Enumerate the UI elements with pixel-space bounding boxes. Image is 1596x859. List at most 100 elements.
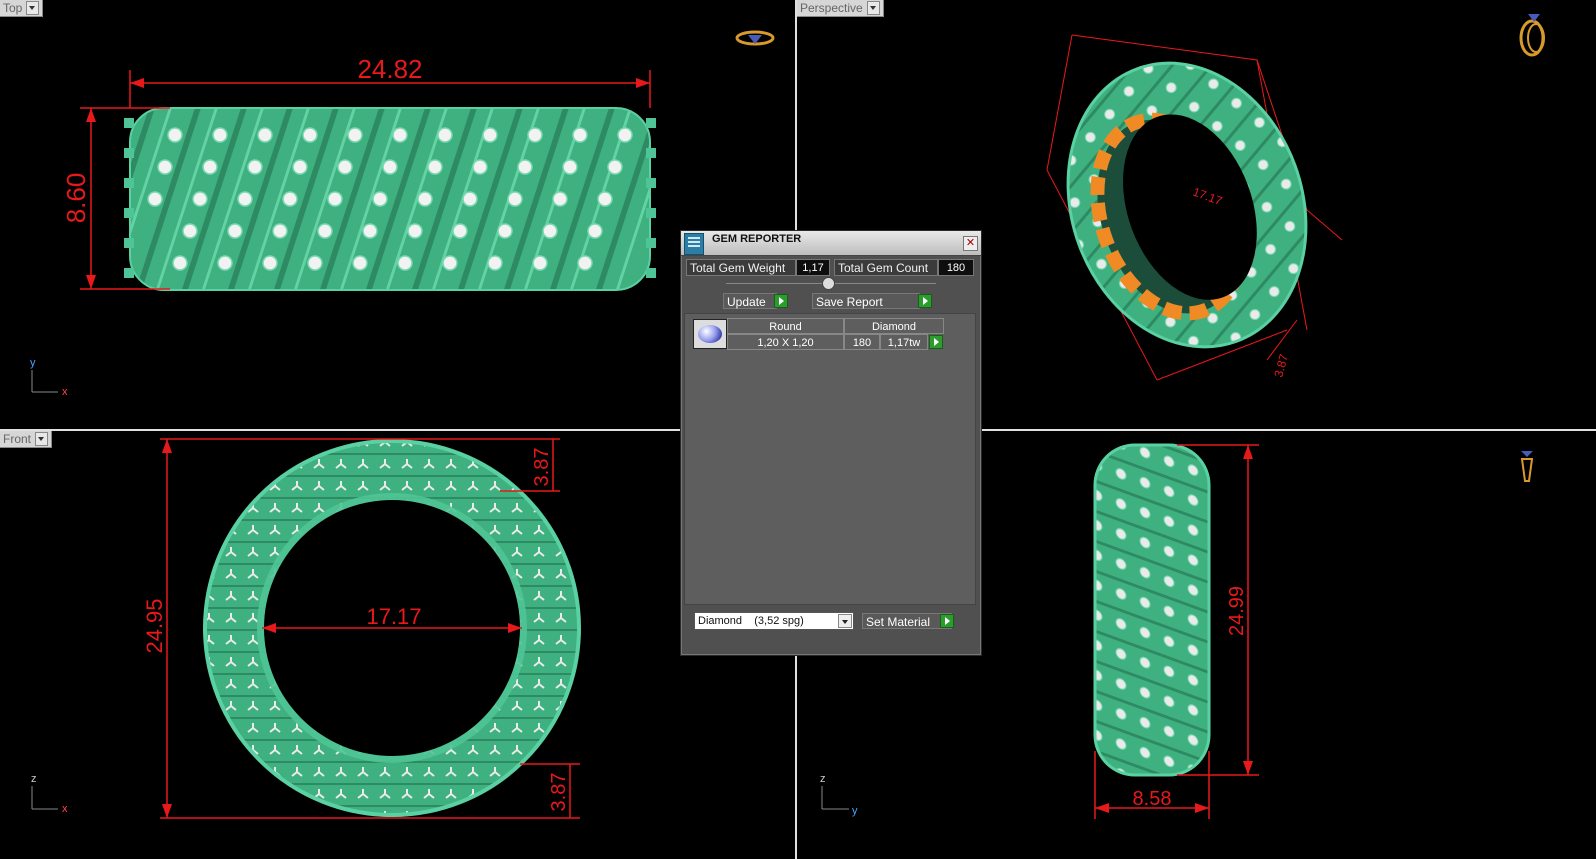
gem-stud [167,127,183,143]
gem-stud [407,223,423,239]
gem-stud [497,223,513,239]
top-width-label: 24.82 [357,54,422,84]
right-width-label: 8.58 [1133,788,1172,810]
axis-y-label: y [30,357,36,369]
gem-stud [362,223,378,239]
gem-stud [572,127,588,143]
axis-indicator [31,370,58,393]
axis-indicator [31,786,58,810]
gem-stud [487,255,503,271]
gem-weight-cell: 1,17tw [880,334,928,350]
viewport-tab-front[interactable]: Front [0,431,53,448]
material-select-value: Diamond (3,52 spg) [698,615,804,627]
chevron-down-icon[interactable] [35,432,49,446]
set-material-button[interactable]: Set Material [862,613,952,629]
perspective-ring-body [1066,61,1308,349]
gem-stud [417,191,433,207]
gem-stud [617,127,633,143]
gem-stud [347,127,363,143]
gem-stud [157,159,173,175]
gem-stud [472,159,488,175]
front-outer-label: 24.95 [142,598,167,653]
gem-stud [227,223,243,239]
gem-stud [587,223,603,239]
gem-size-cell: 1,20 X 1,20 [727,334,844,350]
viewport-tab-label: Front [3,432,32,446]
side-ring-icon[interactable] [1520,451,1534,482]
gem-stud [237,191,253,207]
gem-stud [282,191,298,207]
perspective-ring-icon[interactable] [1519,14,1545,57]
gem-stud [217,255,233,271]
close-button[interactable]: ✕ [963,236,978,251]
front-view-canvas: 24.95 17.17 3.87 3.87 z x [31,438,581,819]
save-report-button[interactable]: Save Report [812,293,920,309]
gem-stud [147,191,163,207]
gem-stud [212,127,228,143]
gem-stud [257,127,273,143]
gem-row-go-icon[interactable] [929,335,943,349]
gem-stud [437,127,453,143]
viewport-tab-label: Top [3,1,23,15]
gem-stud [192,191,208,207]
gem-shape-header: Round [727,318,844,334]
gem-reporter-dialog: GEM REPORTER ✕ Total Gem Weight 1,17 Tot… [680,230,982,656]
gem-stud [507,191,523,207]
axis-x-label: x [62,386,68,398]
axis-y-label: y [852,805,858,817]
total-count-value: 180 [938,259,974,276]
set-material-go-icon[interactable] [940,614,954,628]
dialog-title-bar[interactable]: GEM REPORTER ✕ [681,231,981,256]
gem-stud [307,255,323,271]
front-top-label: 3.87 [531,448,553,487]
gem-stud [292,159,308,175]
axis-z-label: z [31,773,37,785]
gem-material-header: Diamond [844,318,944,334]
gem-stud [272,223,288,239]
gem-stud [262,255,278,271]
gem-stud [442,255,458,271]
gem-count-cell: 180 [844,334,880,350]
axis-z-label: z [820,773,826,785]
gem-list-panel: Round Diamond 1,20 X 1,20 180 1,17tw [684,313,976,605]
viewport-top[interactable]: 24.82 8.60 y x Top [0,0,795,429]
right-ring-body [1093,443,1211,777]
gem-stud [397,255,413,271]
collapse-icon[interactable] [822,277,835,290]
gem-stud [202,159,218,175]
gem-stud [577,255,593,271]
save-report-go-icon[interactable] [918,294,932,308]
gem-stud [382,159,398,175]
chevron-down-icon[interactable] [866,1,880,15]
gem-stud [532,255,548,271]
update-go-icon[interactable] [774,294,788,308]
viewport-tab-perspective[interactable]: Perspective [797,0,884,17]
gem-reporter-icon [684,233,704,255]
gem-stud [562,159,578,175]
gem-stud [172,255,188,271]
chevron-down-icon[interactable] [838,614,852,628]
gem-stud [527,127,543,143]
gem-stud [392,127,408,143]
right-height-label: 24.99 [1226,586,1248,636]
material-select[interactable]: Diamond (3,52 spg) [694,612,854,630]
total-count-label: Total Gem Count [834,259,938,276]
gem-stud [552,191,568,207]
gem-stud [482,127,498,143]
viewport-tab-top[interactable]: Top [0,0,44,17]
top-ring-body [124,107,656,291]
ring-view-icon[interactable] [735,30,775,46]
axis-indicator [821,786,849,810]
gem-stud [317,223,333,239]
total-weight-value: 1,17 [796,259,830,276]
top-height-label: 8.60 [61,173,91,224]
gem-stud [517,159,533,175]
update-button[interactable]: Update [723,293,777,309]
gem-stud [452,223,468,239]
diamond-thumbnail-icon [693,319,727,349]
viewport-tab-label: Perspective [800,1,863,15]
viewport-front[interactable]: 24.95 17.17 3.87 3.87 z x Front [0,431,795,859]
chevron-down-icon[interactable] [26,1,40,15]
gem-stud [427,159,443,175]
gem-stud [302,127,318,143]
